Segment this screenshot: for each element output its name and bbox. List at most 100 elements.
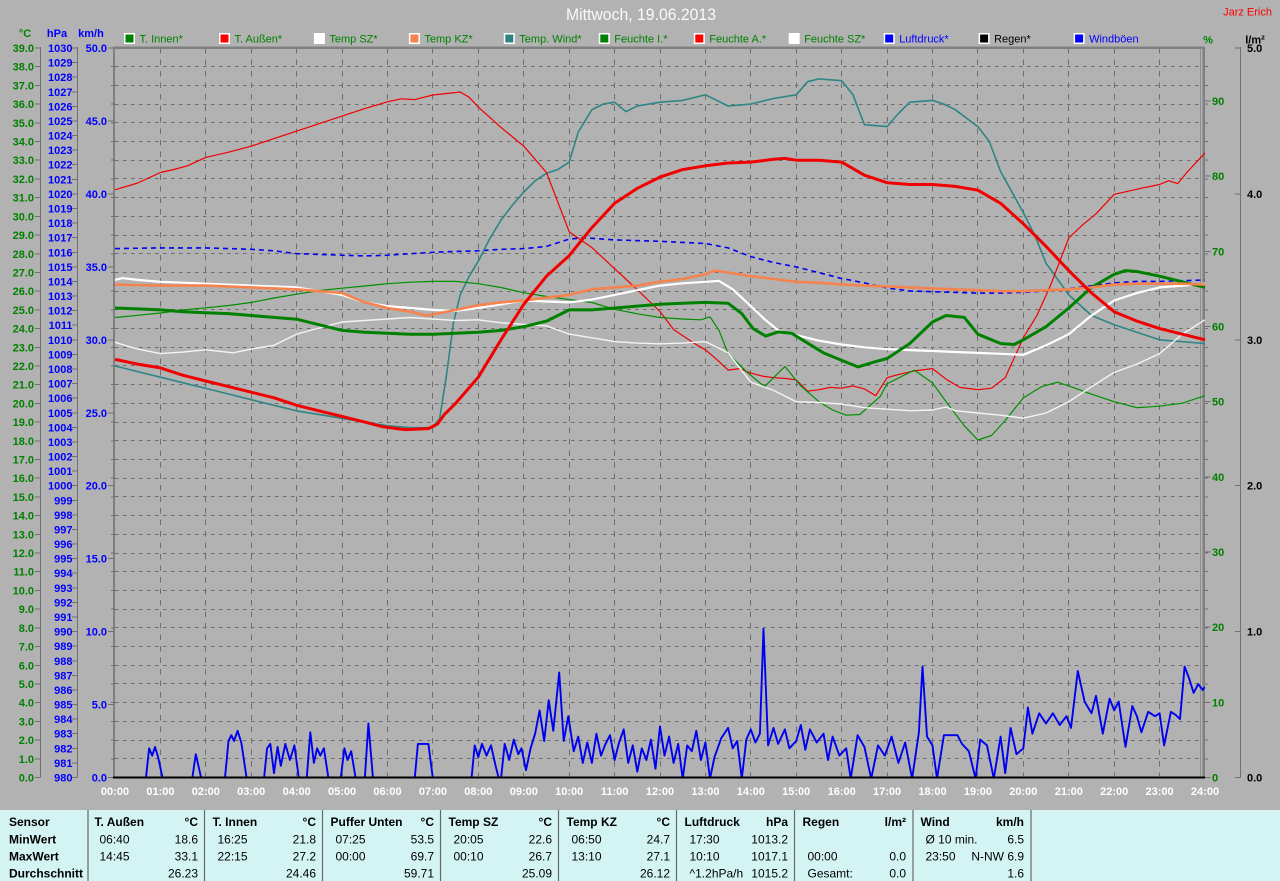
svg-text:23:00: 23:00: [1146, 786, 1174, 798]
svg-text:33.0: 33.0: [13, 155, 34, 167]
svg-text:1004: 1004: [48, 422, 73, 434]
svg-text:990: 990: [54, 627, 72, 639]
svg-text:30.0: 30.0: [13, 211, 34, 223]
svg-text:Feuchte SZ*: Feuchte SZ*: [804, 34, 866, 46]
svg-text:00:00: 00:00: [101, 786, 129, 798]
svg-text:4.0: 4.0: [19, 698, 34, 710]
svg-text:Temp KZ*: Temp KZ*: [424, 34, 473, 46]
svg-text:10.0: 10.0: [86, 627, 107, 639]
svg-text:994: 994: [54, 568, 73, 580]
svg-text:6.0: 6.0: [19, 660, 34, 672]
svg-text:0.0: 0.0: [1247, 773, 1262, 785]
svg-text:999: 999: [54, 495, 72, 507]
svg-text:24.46: 24.46: [286, 867, 316, 881]
svg-text:14:45: 14:45: [100, 850, 130, 864]
svg-text:22.6: 22.6: [529, 833, 553, 847]
svg-text:08:00: 08:00: [464, 786, 492, 798]
svg-text:0.0: 0.0: [889, 867, 906, 881]
svg-text:00:10: 00:10: [454, 850, 484, 864]
svg-text:16:25: 16:25: [218, 833, 248, 847]
svg-text:21.8: 21.8: [293, 833, 317, 847]
svg-text:17:30: 17:30: [690, 833, 720, 847]
svg-text:3.0: 3.0: [1247, 335, 1262, 347]
svg-text:hPa: hPa: [766, 815, 788, 829]
svg-text:23:50: 23:50: [926, 850, 956, 864]
svg-text:35.0: 35.0: [86, 262, 107, 274]
svg-text:20:00: 20:00: [1009, 786, 1037, 798]
svg-text:1.6: 1.6: [1007, 867, 1024, 881]
svg-text:06:00: 06:00: [373, 786, 401, 798]
svg-text:1011: 1011: [49, 320, 73, 332]
svg-text:34.0: 34.0: [13, 137, 34, 149]
svg-text:8.0: 8.0: [19, 623, 34, 635]
svg-text:20.0: 20.0: [13, 398, 34, 410]
svg-text:0.0: 0.0: [19, 773, 34, 785]
svg-text:Durchschnitt: Durchschnitt: [9, 867, 83, 881]
svg-text:26.7: 26.7: [529, 850, 553, 864]
svg-text:21:00: 21:00: [1055, 786, 1083, 798]
svg-text:1015.2: 1015.2: [751, 867, 788, 881]
svg-text:10:10: 10:10: [690, 850, 720, 864]
svg-text:16:00: 16:00: [828, 786, 856, 798]
svg-text:1023: 1023: [48, 145, 72, 157]
svg-text:992: 992: [54, 597, 72, 609]
svg-text:01:00: 01:00: [146, 786, 174, 798]
svg-text:Gesamt:: Gesamt:: [808, 867, 853, 881]
svg-text:19:00: 19:00: [964, 786, 992, 798]
svg-text:%: %: [1203, 35, 1213, 47]
svg-text:35.0: 35.0: [13, 118, 34, 130]
svg-text:T. Außen: T. Außen: [95, 815, 145, 829]
svg-text:1017.1: 1017.1: [751, 850, 788, 864]
svg-text:40: 40: [1212, 472, 1224, 484]
svg-text:24:00: 24:00: [1191, 786, 1219, 798]
svg-text:1002: 1002: [48, 452, 72, 464]
svg-text:989: 989: [54, 641, 72, 653]
svg-text:1022: 1022: [48, 160, 72, 172]
svg-text:18.0: 18.0: [13, 436, 34, 448]
svg-text:Wind: Wind: [921, 815, 950, 829]
svg-text:10.0: 10.0: [13, 585, 34, 597]
svg-text:70: 70: [1212, 246, 1224, 258]
svg-text:T. Innen*: T. Innen*: [140, 34, 184, 46]
svg-text:hPa: hPa: [47, 28, 68, 40]
svg-text:1020: 1020: [48, 189, 72, 201]
svg-text:13.0: 13.0: [13, 529, 34, 541]
svg-text:991: 991: [54, 612, 72, 624]
svg-text:Feuchte I.*: Feuchte I.*: [614, 34, 668, 46]
svg-text:2.0: 2.0: [19, 735, 34, 747]
svg-text:1003: 1003: [48, 437, 72, 449]
svg-text:MinWert: MinWert: [9, 833, 56, 847]
svg-text:15.0: 15.0: [86, 554, 107, 566]
svg-text:15.0: 15.0: [13, 492, 34, 504]
svg-text:20.0: 20.0: [86, 481, 107, 493]
svg-text:25.0: 25.0: [86, 408, 107, 420]
svg-text:03:00: 03:00: [237, 786, 265, 798]
svg-text:N-NW 6.9: N-NW 6.9: [971, 850, 1024, 864]
svg-text:13:10: 13:10: [572, 850, 602, 864]
svg-text:Temp. Wind*: Temp. Wind*: [519, 34, 582, 46]
svg-text:12.0: 12.0: [13, 548, 34, 560]
svg-text:981: 981: [54, 758, 72, 770]
svg-text:59.71: 59.71: [404, 867, 434, 881]
svg-text:985: 985: [54, 700, 72, 712]
svg-text:993: 993: [54, 583, 72, 595]
svg-text:69.7: 69.7: [411, 850, 435, 864]
svg-text:Jarz Erich: Jarz Erich: [1223, 7, 1272, 19]
svg-text:02:00: 02:00: [192, 786, 220, 798]
svg-text:1019: 1019: [48, 204, 72, 216]
svg-text:1013: 1013: [48, 291, 72, 303]
svg-text:53.5: 53.5: [411, 833, 435, 847]
svg-text:16.0: 16.0: [13, 473, 34, 485]
svg-text:Temp SZ: Temp SZ: [449, 815, 499, 829]
svg-text:10:00: 10:00: [555, 786, 583, 798]
svg-text:19.0: 19.0: [13, 417, 34, 429]
svg-text:50.0: 50.0: [86, 43, 107, 55]
svg-text:^1.2hPa/h: ^1.2hPa/h: [690, 867, 744, 881]
svg-text:1030: 1030: [48, 43, 72, 55]
svg-text:997: 997: [54, 525, 72, 537]
svg-text:14.0: 14.0: [13, 511, 34, 523]
svg-text:1021: 1021: [48, 174, 72, 186]
svg-text:Feuchte A.*: Feuchte A.*: [709, 34, 767, 46]
svg-text:1.0: 1.0: [19, 754, 34, 766]
svg-text:1007: 1007: [48, 379, 72, 391]
